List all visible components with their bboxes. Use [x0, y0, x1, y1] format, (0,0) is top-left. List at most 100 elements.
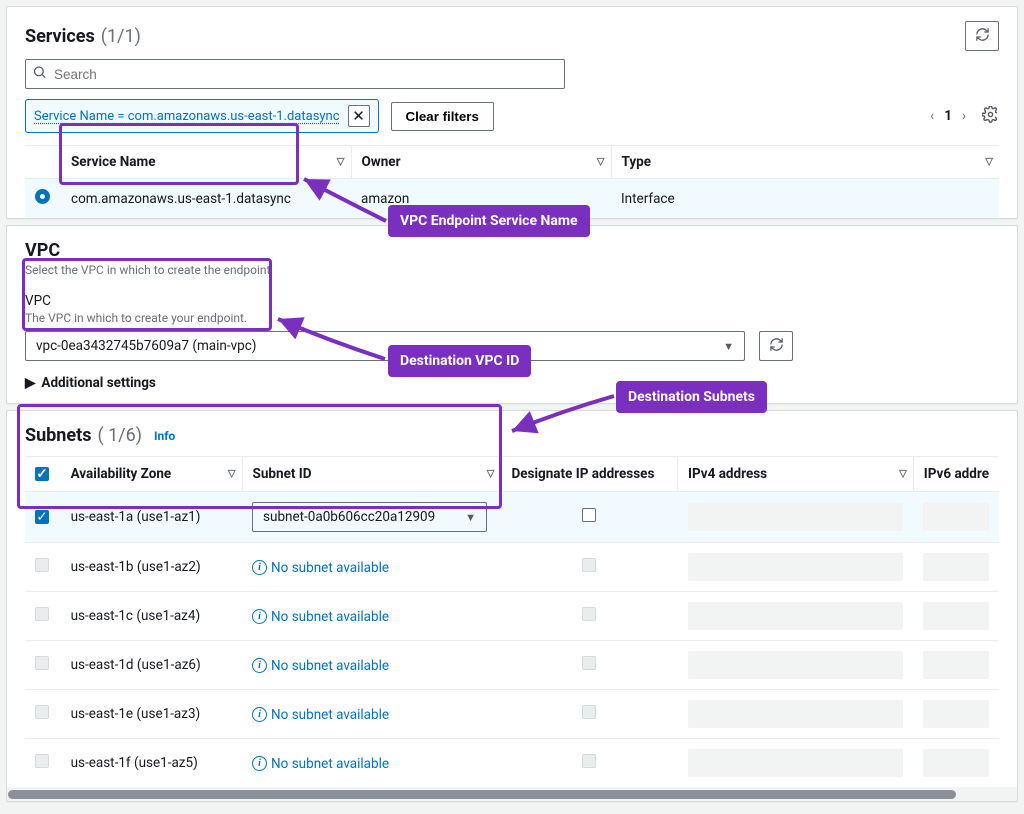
cell-az: us-east-1c (use1-az4) — [61, 592, 242, 641]
row-checkbox — [35, 558, 49, 572]
col-subnet-id[interactable]: Subnet ID — [253, 466, 312, 482]
info-icon: i — [252, 560, 267, 575]
filter-pill-text[interactable]: Service Name = com.amazonaws.us-east-1.d… — [34, 109, 340, 124]
ipv4-cell — [688, 553, 904, 581]
vpc-field-label: VPC — [25, 293, 999, 309]
subnets-count: ( 1/6) — [97, 425, 142, 446]
designate-ip-checkbox[interactable] — [582, 508, 596, 522]
subnet-row[interactable]: ✓ us-east-1a (use1-az1) subnet-0a0b606cc20… — [25, 492, 999, 543]
ipv6-cell — [923, 503, 989, 531]
chevron-down-icon: ▼ — [723, 340, 734, 353]
no-subnet-label: iNo subnet available — [252, 707, 389, 723]
subnet-row[interactable]: us-east-1e (use1-az3)iNo subnet availabl… — [25, 690, 999, 739]
info-icon: i — [252, 658, 267, 673]
subnets-info-link[interactable]: Info — [154, 429, 175, 443]
additional-settings-label: Additional settings — [41, 375, 155, 391]
additional-settings-toggle[interactable]: ▶ Additional settings — [25, 375, 999, 391]
refresh-icon — [769, 337, 784, 355]
subnets-panel: Subnets ( 1/6) Info ✓ Availability Zone ▽… — [6, 410, 1018, 802]
next-page-icon[interactable]: › — [962, 108, 966, 124]
subnets-title-text: Subnets — [25, 425, 91, 446]
row-checkbox — [35, 705, 49, 719]
row-checkbox — [35, 754, 49, 768]
horizontal-scrollbar[interactable] — [7, 787, 1017, 801]
services-panel: Services (1/1) Service Name = com.amazon… — [6, 6, 1018, 219]
services-count: (1/1) — [101, 26, 141, 47]
subnet-row[interactable]: us-east-1f (use1-az5) iNo subnet availabl… — [25, 739, 999, 788]
cell-subnet: iNo subnet available — [242, 641, 501, 690]
caret-right-icon: ▶ — [25, 375, 35, 391]
row-checkbox — [35, 607, 49, 621]
col-type[interactable]: Type — [622, 154, 652, 170]
row-checkbox — [35, 656, 49, 670]
chevron-down-icon: ▼ — [465, 511, 476, 524]
info-icon: i — [252, 609, 267, 624]
cell-service-name: com.amazonaws.us-east-1.datasync — [61, 179, 351, 219]
services-title: Services (1/1) — [25, 26, 141, 47]
cell-az: us-east-1d (use1-az6) — [61, 641, 242, 690]
vpc-title: VPC — [25, 240, 999, 261]
search-input[interactable] — [25, 59, 565, 89]
prev-page-icon[interactable]: ‹ — [930, 108, 934, 124]
no-subnet-label: iNo subnet available — [252, 560, 389, 576]
ipv6-cell — [923, 553, 989, 581]
designate-ip-checkbox — [582, 754, 596, 768]
designate-ip-checkbox — [582, 558, 596, 572]
cell-az: us-east-1a (use1-az1) — [61, 492, 242, 543]
filter-pill: Service Name = com.amazonaws.us-east-1.d… — [25, 99, 379, 133]
col-designate-ip[interactable]: Designate IP addresses — [511, 466, 654, 482]
ipv4-cell — [688, 602, 904, 630]
info-icon: i — [252, 756, 267, 771]
sort-icon[interactable]: ▽ — [487, 469, 495, 480]
cell-az: us-east-1f (use1-az5) — [61, 739, 242, 788]
search-icon — [32, 65, 47, 84]
vpc-selected-value: vpc-0ea3432745b7609a7 (main-vpc) — [36, 338, 256, 354]
select-all-checkbox[interactable]: ✓ — [35, 467, 49, 481]
services-title-text: Services — [25, 26, 95, 47]
ipv4-cell — [688, 651, 904, 679]
subnet-select[interactable]: subnet-0a0b606cc20a12909 ▼ — [252, 502, 487, 532]
sort-icon[interactable]: ▽ — [337, 157, 345, 168]
sort-icon[interactable]: ▽ — [228, 469, 236, 480]
vpc-panel: VPC Select the VPC in which to create th… — [6, 225, 1018, 404]
subnets-table: ✓ Availability Zone ▽ Subnet ID ▽ Designat… — [25, 456, 999, 787]
subnet-row[interactable]: us-east-1c (use1-az4) iNo subnet availabl… — [25, 592, 999, 641]
ipv4-cell — [688, 749, 904, 777]
no-subnet-label: iNo subnet available — [252, 658, 389, 674]
sort-icon[interactable]: ▽ — [597, 157, 605, 168]
page-number: 1 — [944, 108, 952, 124]
scrollbar-thumb[interactable] — [8, 790, 956, 799]
cell-az: us-east-1b (use1-az2) — [61, 543, 242, 592]
no-subnet-label: iNo subnet available — [252, 609, 389, 625]
sort-icon[interactable]: ▽ — [899, 469, 907, 480]
cell-subnet: iNo subnet available — [242, 739, 501, 788]
sort-icon[interactable]: ▽ — [985, 157, 993, 168]
settings-gear-icon[interactable] — [982, 106, 999, 127]
subnet-row[interactable]: us-east-1b (use1-az2) iNo subnet availabl… — [25, 543, 999, 592]
designate-ip-checkbox — [582, 656, 596, 670]
search-wrap — [25, 59, 565, 89]
clear-filters-button[interactable]: Clear filters — [391, 102, 494, 131]
subnet-select-value: subnet-0a0b606cc20a12909 — [263, 509, 435, 525]
annotation-label-service: VPC Endpoint Service Name — [388, 205, 590, 237]
cell-subnet: iNo subnet available — [242, 690, 501, 739]
ipv6-cell — [923, 651, 989, 679]
col-ipv4[interactable]: IPv4 address — [688, 466, 767, 482]
vpc-select[interactable]: vpc-0ea3432745b7609a7 (main-vpc) ▼ — [25, 331, 745, 361]
subnet-row[interactable]: us-east-1d (use1-az6) iNo subnet availabl… — [25, 641, 999, 690]
subnets-title: Subnets ( 1/6) Info — [25, 425, 999, 446]
col-service-name[interactable]: Service Name — [71, 154, 156, 170]
filter-remove-button[interactable]: ✕ — [348, 105, 370, 127]
ipv4-cell — [688, 503, 904, 531]
cell-subnet: subnet-0a0b606cc20a12909 ▼ — [242, 492, 501, 543]
col-owner[interactable]: Owner — [362, 154, 401, 170]
row-radio[interactable] — [35, 189, 50, 204]
no-subnet-label: iNo subnet available — [252, 756, 389, 772]
col-az[interactable]: Availability Zone — [71, 466, 172, 482]
ipv6-cell — [923, 700, 989, 728]
refresh-button[interactable] — [965, 21, 999, 51]
ipv6-cell — [923, 749, 989, 777]
vpc-refresh-button[interactable] — [759, 331, 793, 361]
row-checkbox[interactable]: ✓ — [35, 510, 49, 524]
col-ipv6[interactable]: IPv6 addre — [924, 466, 989, 482]
